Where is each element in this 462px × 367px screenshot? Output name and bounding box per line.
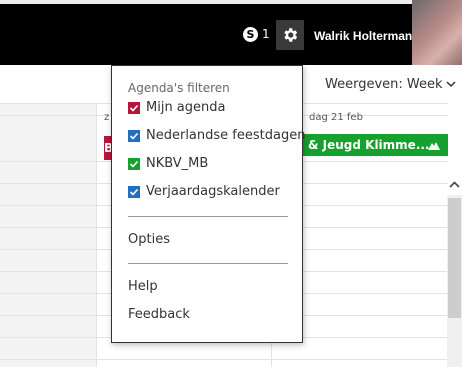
top-strip	[0, 0, 462, 4]
checkbox[interactable]	[128, 157, 140, 170]
calendar-filter-label: Verjaardagskalender	[146, 184, 280, 199]
skype-icon[interactable]: S	[243, 27, 258, 42]
calendar-filter-label: NKBV_MB	[146, 156, 209, 171]
scroll-up-icon[interactable]	[448, 178, 461, 192]
calendar-filter-verjaardagskalender[interactable]: Verjaardagskalender	[128, 184, 280, 199]
skype-notification-count: 1	[262, 27, 270, 41]
checkbox[interactable]	[128, 101, 140, 114]
help-menu-item[interactable]: Help	[128, 279, 158, 294]
menu-heading: Agenda's filteren	[128, 81, 230, 95]
avatar[interactable]	[412, 0, 462, 65]
calendar-filter-label: Nederlandse feestdagen	[146, 128, 306, 143]
view-selector[interactable]: Weergeven: Week	[325, 77, 443, 92]
menu-divider	[128, 216, 288, 217]
user-name[interactable]: Walrik Holtermans	[314, 29, 419, 43]
grid-divider	[96, 103, 97, 367]
checkbox[interactable]	[128, 185, 140, 198]
event-title: & Jeugd Klimme...	[308, 138, 430, 152]
time-column	[0, 103, 96, 367]
gear-icon	[284, 28, 298, 42]
menu-divider	[128, 263, 288, 264]
grid-line	[0, 359, 448, 360]
calendar-filter-nederlandse-feestdagen[interactable]: Nederlandse feestdagen	[128, 128, 305, 143]
calendar-event[interactable]: & Jeugd Klimme...	[298, 134, 448, 156]
chevron-down-icon[interactable]	[446, 80, 456, 88]
calendar-filter-label: Mijn agenda	[146, 100, 226, 115]
checkbox[interactable]	[128, 129, 140, 142]
scrollbar-thumb[interactable]	[448, 198, 461, 318]
day-header: z	[104, 112, 110, 123]
day-header: dag 21 feb	[309, 112, 363, 123]
feedback-menu-item[interactable]: Feedback	[128, 307, 190, 322]
calendar-filter-nkbv-mb[interactable]: NKBV_MB	[128, 156, 208, 171]
mountain-icon	[428, 142, 440, 150]
settings-dropdown-menu: Agenda's filteren Mijn agenda Nederlands…	[111, 65, 305, 343]
options-menu-item[interactable]: Opties	[128, 232, 170, 247]
calendar-filter-mijn-agenda[interactable]: Mijn agenda	[128, 100, 226, 115]
settings-button[interactable]	[276, 20, 304, 50]
